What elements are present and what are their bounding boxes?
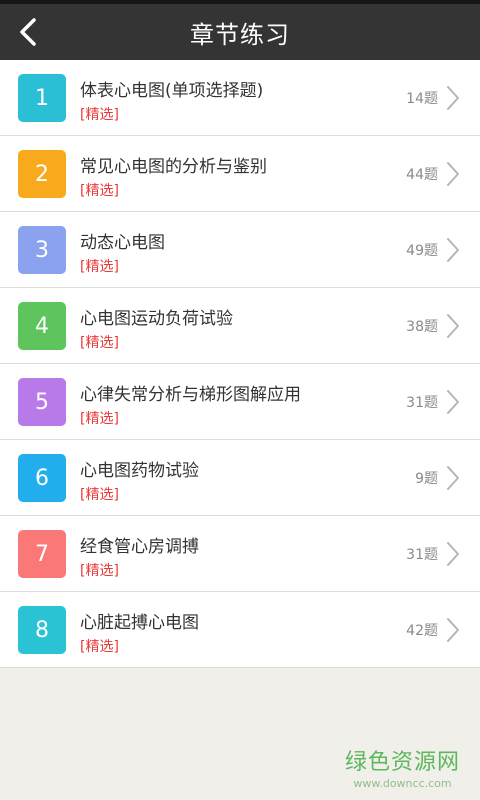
chapter-number-badge: 7	[18, 530, 66, 578]
question-count: 44题	[406, 166, 438, 183]
chevron-right-icon	[447, 542, 459, 566]
chapter-tag: [精选]	[80, 487, 119, 503]
chevron-right-icon	[447, 618, 459, 642]
chapter-number-badge: 1	[18, 74, 66, 122]
question-count: 42题	[406, 622, 438, 639]
watermark-url: www.downcc.com	[353, 777, 452, 790]
chevron-right-icon	[447, 238, 459, 262]
chevron-right-icon	[447, 86, 459, 110]
chapter-tag: [精选]	[80, 411, 119, 427]
chapter-tag: [精选]	[80, 335, 119, 351]
question-count: 38题	[406, 318, 438, 335]
chevron-right-icon	[447, 314, 459, 338]
chapter-text: 心脏起搏心电图 [精选]	[80, 608, 199, 656]
chapter-tag: [精选]	[80, 183, 119, 199]
chapter-tag: [精选]	[80, 563, 119, 579]
chapter-row[interactable]: 1 体表心电图(单项选择题) [精选] 14题	[0, 60, 480, 136]
chapter-title: 心脏起搏心电图	[80, 613, 199, 633]
chevron-left-icon	[20, 18, 36, 46]
chapter-number-badge: 5	[18, 378, 66, 426]
page-title: 章节练习	[190, 20, 290, 49]
chapter-text: 常见心电图的分析与鉴别 [精选]	[80, 152, 267, 200]
chapter-title: 心电图药物试验	[80, 461, 199, 481]
chevron-right-icon	[447, 162, 459, 186]
question-count: 31题	[406, 546, 438, 563]
chapter-row[interactable]: 8 心脏起搏心电图 [精选] 42题	[0, 592, 480, 668]
question-count: 31题	[406, 394, 438, 411]
chapter-title: 心电图运动负荷试验	[80, 309, 233, 329]
chapter-text: 体表心电图(单项选择题) [精选]	[80, 76, 263, 124]
chapter-text: 动态心电图 [精选]	[80, 228, 165, 276]
chapter-text: 心律失常分析与梯形图解应用 [精选]	[80, 380, 301, 428]
chapter-row[interactable]: 7 经食管心房调搏 [精选] 31题	[0, 516, 480, 592]
app-header: 章节练习	[0, 4, 480, 60]
chapter-title: 经食管心房调搏	[80, 537, 199, 557]
chapter-tag: [精选]	[80, 259, 119, 275]
chapter-tag: [精选]	[80, 639, 119, 655]
chevron-right-icon	[447, 390, 459, 414]
chapter-number-badge: 3	[18, 226, 66, 274]
chapter-text: 心电图药物试验 [精选]	[80, 456, 199, 504]
chapter-title: 心律失常分析与梯形图解应用	[80, 385, 301, 405]
chapter-title: 动态心电图	[80, 233, 165, 253]
chevron-right-icon	[447, 466, 459, 490]
chapter-title: 体表心电图(单项选择题)	[80, 81, 264, 101]
chapter-row[interactable]: 5 心律失常分析与梯形图解应用 [精选] 31题	[0, 364, 480, 440]
chapter-text: 经食管心房调搏 [精选]	[80, 532, 199, 580]
question-count: 9题	[415, 470, 438, 487]
chapter-title: 常见心电图的分析与鉴别	[80, 157, 267, 177]
back-button[interactable]	[14, 18, 42, 46]
chapter-row[interactable]: 6 心电图药物试验 [精选] 9题	[0, 440, 480, 516]
chapter-number-badge: 2	[18, 150, 66, 198]
chapter-number-badge: 4	[18, 302, 66, 350]
chapter-number-badge: 8	[18, 606, 66, 654]
question-count: 49题	[406, 242, 438, 259]
watermark: 绿色资源网 www.downcc.com	[345, 744, 460, 790]
chapter-row[interactable]: 4 心电图运动负荷试验 [精选] 38题	[0, 288, 480, 364]
chapter-text: 心电图运动负荷试验 [精选]	[80, 304, 233, 352]
chapter-row[interactable]: 2 常见心电图的分析与鉴别 [精选] 44题	[0, 136, 480, 212]
chapter-tag: [精选]	[80, 107, 119, 123]
chapter-row[interactable]: 3 动态心电图 [精选] 49题	[0, 212, 480, 288]
watermark-title: 绿色资源网	[344, 750, 460, 775]
chapter-number-badge: 6	[18, 454, 66, 502]
question-count: 14题	[406, 90, 438, 107]
chapter-list: 1 体表心电图(单项选择题) [精选] 14题 2 常见心电图的分析与鉴别 [精选] 44题 3…	[0, 60, 480, 668]
